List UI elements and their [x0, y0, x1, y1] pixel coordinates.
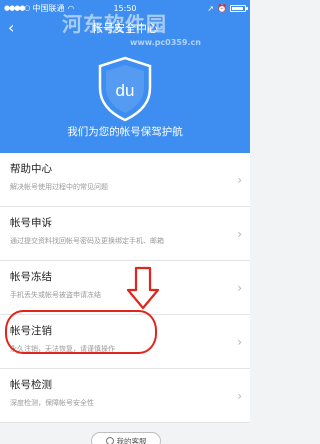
my-service-button[interactable]: 我的客服: [91, 432, 161, 444]
menu-item-label: 帐号申诉: [10, 217, 52, 229]
nav-bar: ‹ 帐号安全中心: [0, 16, 250, 40]
status-time: 15:50: [113, 3, 137, 13]
chevron-right-icon: ›: [237, 389, 242, 403]
chevron-right-icon: ›: [237, 227, 242, 241]
shield-label: du: [116, 81, 135, 100]
menu-item-label: 帐号检测: [10, 379, 52, 391]
page-title: 帐号安全中心: [92, 22, 158, 35]
menu-list: 帮助中心 解决帐号使用过程中的常见问题 › 帐号申诉 通过提交资料找回帐号密码及…: [0, 153, 250, 423]
menu-item-account-freeze[interactable]: 帐号冻结 手机丢失或帐号被盗申请冻结 ›: [0, 261, 250, 315]
menu-item-desc: 手机丢失或帐号被盗申请冻结: [10, 291, 101, 299]
chevron-right-icon: ›: [237, 173, 242, 187]
menu-item-desc: 永久注销，无法恢复，请谨慎操作: [10, 345, 115, 353]
menu-item-label: 帐号冻结: [10, 271, 52, 283]
menu-item-account-appeal[interactable]: 帐号申诉 通过提交资料找回帐号密码及更换绑定手机、邮箱 ›: [0, 207, 250, 261]
chevron-right-icon: ›: [237, 281, 242, 295]
menu-item-desc: 解决帐号使用过程中的常见问题: [10, 183, 108, 191]
menu-item-desc: 深度检测，保障帐号安全性: [10, 399, 94, 407]
service-icon: [105, 437, 114, 444]
status-bar: ●●●●○ 中国联通 ◠ 15:50 ➚ ⏰: [0, 0, 250, 16]
my-service-label: 我的客服: [116, 436, 147, 444]
chevron-right-icon: ›: [237, 335, 242, 349]
menu-item-label: 帮助中心: [10, 163, 52, 175]
menu-item-account-cancel[interactable]: 帐号注销 永久注销，无法恢复，请谨慎操作 ›: [0, 315, 250, 369]
battery-icon: [230, 4, 248, 12]
back-icon[interactable]: ‹: [8, 18, 14, 38]
menu-item-help-center[interactable]: 帮助中心 解决帐号使用过程中的常见问题 ›: [0, 153, 250, 207]
shield-icon: du: [96, 56, 154, 122]
menu-item-label: 帐号注销: [10, 325, 52, 337]
slogan: 我们为您的帐号保驾护航: [67, 126, 183, 138]
menu-item-account-check[interactable]: 帐号检测 深度检测，保障帐号安全性 ›: [0, 369, 250, 423]
header-banner: ●●●●○ 中国联通 ◠ 15:50 ➚ ⏰ ‹ 帐号安全中心 河东软件园 ww…: [0, 0, 250, 153]
menu-item-desc: 通过提交资料找回帐号密码及更换绑定手机、邮箱: [10, 237, 164, 245]
